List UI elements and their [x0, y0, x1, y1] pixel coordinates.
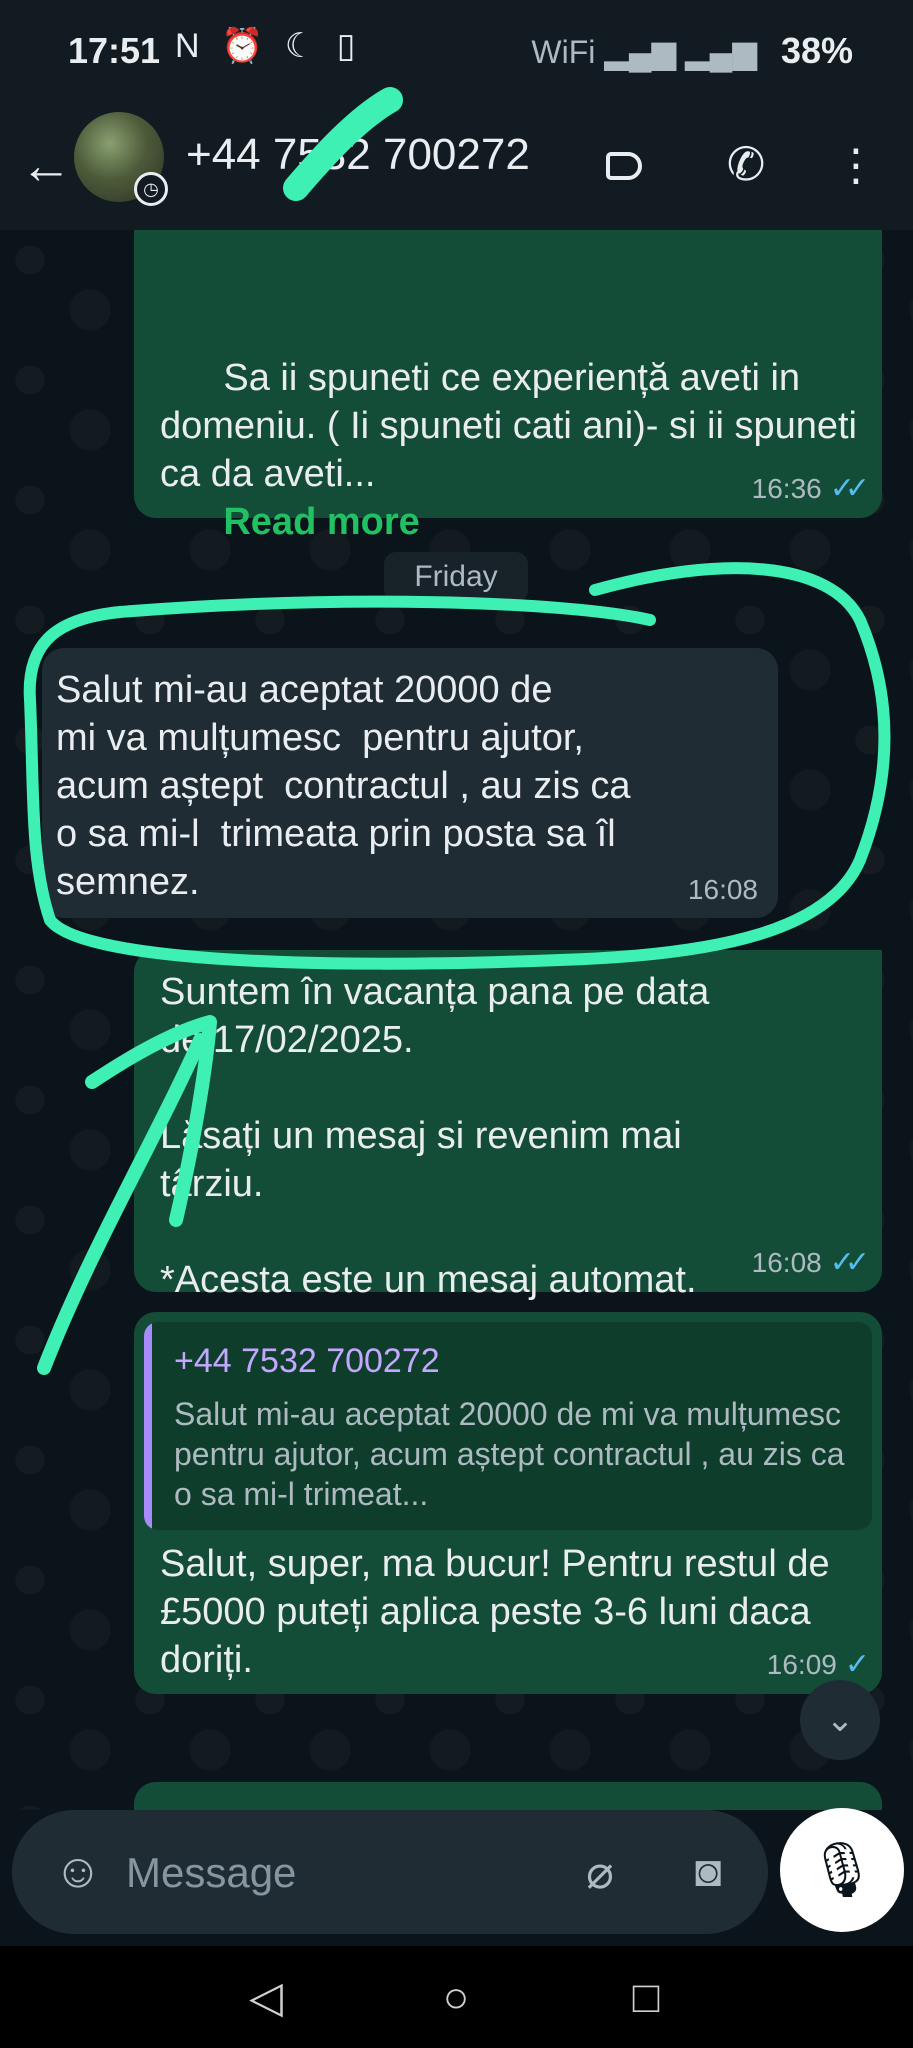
- message-time: 16:08: [687, 874, 758, 905]
- message-input[interactable]: [124, 1832, 548, 1914]
- contact-name[interactable]: +44 7532 700272: [186, 130, 530, 180]
- system-nav-bar: ◁ ○ □: [0, 1946, 913, 2048]
- chat-area[interactable]: Sa ii spuneti ce experiență aveti in dom…: [0, 230, 913, 1810]
- chat-header: ← ◷ +44 7532 700272 ✆ ⋮: [0, 100, 913, 230]
- date-divider: Friday: [384, 552, 528, 602]
- status-time: 17:51: [68, 30, 161, 71]
- message-meta: 16:08 ✓✓: [751, 1245, 870, 1280]
- message-text: Salut mi-au aceptat 20000 de mi va mulțu…: [56, 669, 631, 903]
- message-bubble-outgoing[interactable]: Sa ii spuneti ce experiență aveti in dom…: [134, 230, 882, 543]
- nav-recents-icon[interactable]: □: [616, 1968, 676, 2028]
- back-arrow-icon[interactable]: ←: [20, 136, 72, 196]
- read-more-link[interactable]: Read more: [223, 501, 419, 543]
- disappearing-timer-icon: ◷: [134, 172, 168, 206]
- attach-icon[interactable]: ⌀: [572, 1844, 628, 1900]
- label-icon[interactable]: [594, 134, 654, 194]
- message-time: 16:08: [751, 1247, 822, 1278]
- message-meta: 16:08: [688, 874, 758, 906]
- message-bubble-outgoing[interactable]: Suntem în vacanța pana pe data de 17/02/…: [134, 950, 882, 1301]
- status-right: WiFi ▂▄▆ ▂▄▆ 38%: [531, 30, 853, 72]
- sticker-icon[interactable]: ☺: [50, 1844, 106, 1900]
- message-text: Salut, super, ma bucur! Pentru restul de…: [160, 1543, 841, 1681]
- message-time: 16:36: [751, 473, 822, 504]
- quoted-message[interactable]: +44 7532 700272 Salut mi-au aceptat 2000…: [144, 1322, 872, 1530]
- signal-icon: WiFi ▂▄▆ ▂▄▆: [531, 34, 757, 70]
- battery-level: 38%: [780, 30, 853, 71]
- message-meta: 16:36 ✓✓: [751, 471, 870, 506]
- camera-icon[interactable]: ◙: [678, 1844, 738, 1900]
- message-meta: 16:09 ✓: [766, 1647, 870, 1682]
- add-call-icon[interactable]: ✆: [716, 134, 776, 194]
- mic-button[interactable]: 🎙: [780, 1808, 904, 1932]
- message-bubble-incoming[interactable]: Salut mi-au aceptat 20000 de mi va mulțu…: [42, 648, 778, 918]
- scroll-to-bottom-button[interactable]: ⌄: [800, 1680, 880, 1760]
- status-bar: 17:51 N ⏰ ☾ ▯ WiFi ▂▄▆ ▂▄▆ 38%: [0, 0, 913, 100]
- message-time: 16:09: [766, 1649, 837, 1680]
- message-bubble-outgoing-reply[interactable]: +44 7532 700272 Salut mi-au aceptat 2000…: [134, 1312, 882, 1694]
- nav-home-icon[interactable]: ○: [426, 1968, 486, 2028]
- message-input-container[interactable]: ☺ ⌀ ◙: [12, 1810, 768, 1934]
- read-receipt-icon: ✓✓: [829, 1246, 870, 1279]
- more-options-icon[interactable]: ⋮: [826, 134, 886, 194]
- quote-text: Salut mi-au aceptat 20000 de mi va mulțu…: [174, 1396, 845, 1512]
- composer: ☺ ⌀ ◙ 🎙: [0, 1808, 913, 1946]
- status-icons: N ⏰ ☾ ▯: [175, 27, 362, 65]
- message-bubble-outgoing[interactable]: [134, 1782, 882, 1810]
- quote-bar: [144, 1322, 152, 1530]
- nav-back-icon[interactable]: ◁: [236, 1968, 296, 2028]
- read-receipt-icon: ✓: [844, 1648, 870, 1681]
- read-receipt-icon: ✓✓: [829, 472, 870, 505]
- quote-author: +44 7532 700272: [174, 1342, 440, 1380]
